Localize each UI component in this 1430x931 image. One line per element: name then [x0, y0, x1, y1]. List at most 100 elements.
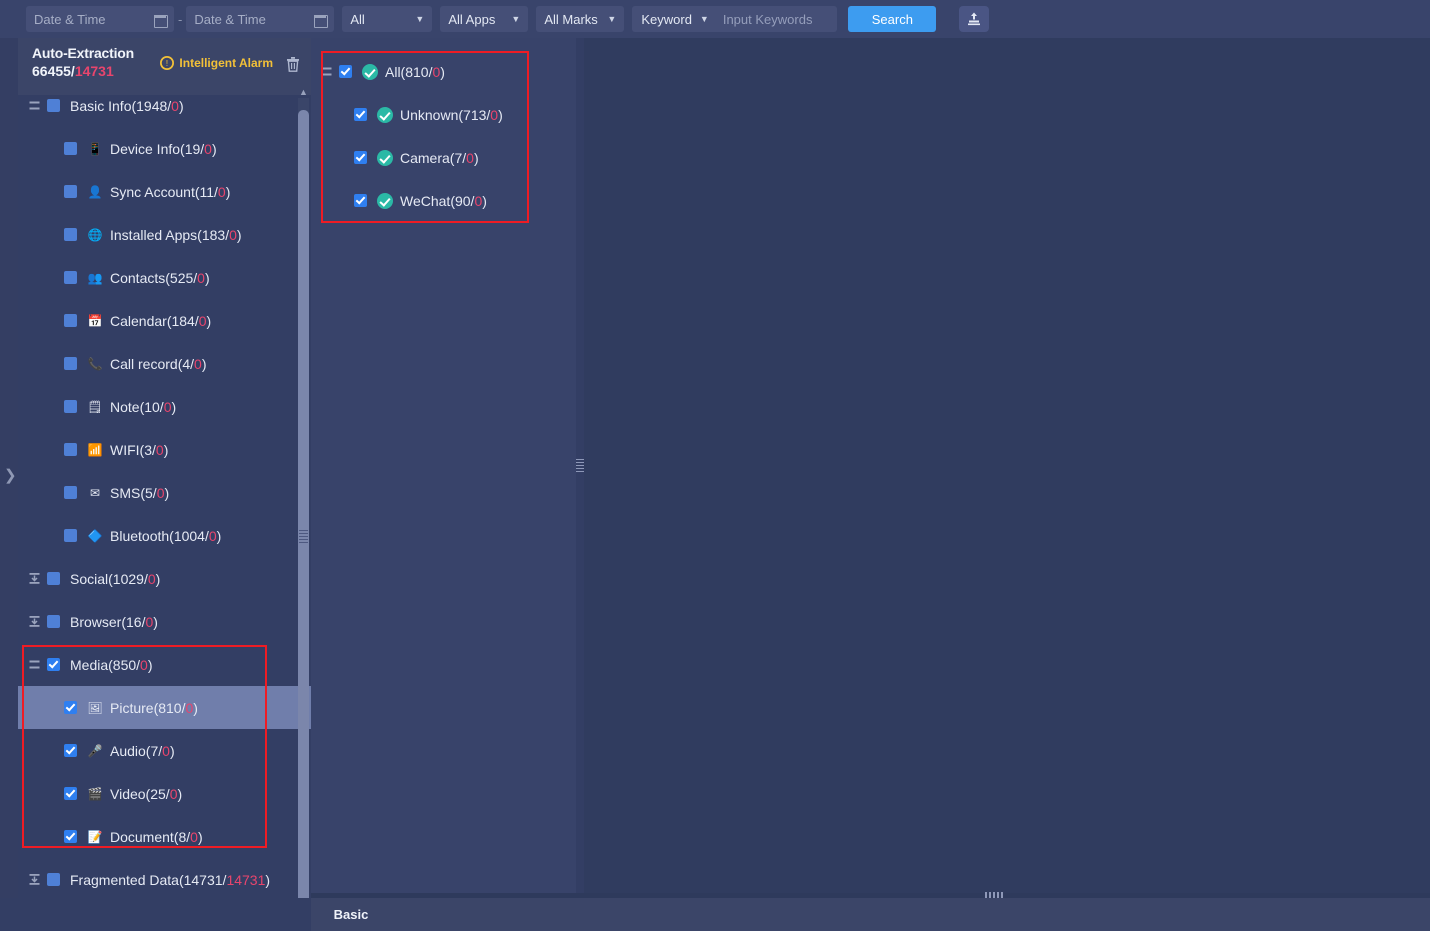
date-from-field[interactable]: Date & Time [26, 6, 174, 32]
tree-item-checkbox[interactable] [47, 615, 60, 628]
collapse-icon[interactable] [320, 65, 333, 78]
expand-icon[interactable] [28, 572, 41, 585]
vertical-splitter-grip[interactable] [576, 459, 584, 475]
tree-item-checkbox[interactable] [64, 701, 77, 714]
tab-basic[interactable]: Basic [322, 898, 380, 931]
intelligent-alarm-button[interactable]: ! Intelligent Alarm [160, 56, 273, 70]
apps-filter-value: All Apps [448, 11, 496, 27]
tree-item[interactable]: Social(1029/0) [18, 557, 311, 600]
calendar-icon[interactable] [314, 13, 329, 28]
tree-item[interactable]: 🗒 Note(10/0) [18, 385, 311, 428]
tree-item[interactable]: 📶 WIFI(3/0) [18, 428, 311, 471]
tree-item-checkbox[interactable] [64, 443, 77, 456]
scroll-up-button[interactable]: ▲ [298, 86, 309, 98]
filter-item-checkbox[interactable] [339, 65, 352, 78]
sidebar-scrollbar-thumb[interactable] [298, 110, 309, 931]
tree-item[interactable]: 🌐 Installed Apps(183/0) [18, 213, 311, 256]
tree-item[interactable]: 📝 Document(8/0) [18, 815, 311, 858]
tree-item-checkbox[interactable] [64, 357, 77, 370]
tree-item[interactable]: ✉ SMS(5/0) [18, 471, 311, 514]
search-button[interactable]: Search [848, 6, 937, 32]
tree-item-checkbox[interactable] [64, 529, 77, 542]
filter-item-checkbox[interactable] [354, 151, 367, 164]
filter-item-name: Camera(7/ [400, 149, 467, 166]
expand-icon[interactable] [28, 572, 41, 585]
tree-item-checkbox[interactable] [64, 142, 77, 155]
tree-item-suffix: ) [169, 742, 175, 759]
chevron-right-icon[interactable]: ❯ [4, 468, 17, 483]
filter-item[interactable]: Unknown(713/0) [311, 93, 580, 136]
tree-item[interactable]: Fragmented Data(14731/14731) [18, 858, 311, 901]
filter-item[interactable]: Camera(7/0) [311, 136, 580, 179]
tree-item-checkbox[interactable] [64, 314, 77, 327]
expand-icon[interactable] [28, 615, 41, 628]
tree-item[interactable]: 👥 Contacts(525/0) [18, 256, 311, 299]
tree-item-checkbox[interactable] [47, 658, 60, 671]
collapse-icon[interactable] [28, 658, 41, 671]
tree-item-checkbox[interactable] [47, 99, 60, 112]
tree-item-checkbox[interactable] [64, 744, 77, 757]
tree-item[interactable]: 🎤 Audio(7/0) [18, 729, 311, 772]
calendar-icon[interactable] [154, 13, 168, 28]
tree-item[interactable]: 🔷 Bluetooth(1004/0) [18, 514, 311, 557]
tree-item-suffix: ) [265, 871, 271, 888]
tree-item-icon: 🎬 [87, 786, 103, 801]
tree-item[interactable]: 🖼 Picture(810/0) [18, 686, 311, 729]
horizontal-splitter-grip[interactable] [985, 892, 1005, 898]
tree-item-suffix: ) [153, 613, 158, 630]
filter-item-label: All(810/0) [385, 64, 445, 80]
collapse-icon[interactable] [320, 65, 333, 78]
tree-item-suffix: ) [206, 312, 212, 329]
tree-item[interactable]: Media(850/0) [18, 643, 311, 686]
sidebar-scrollbar-grip[interactable] [299, 530, 308, 546]
tree-item-name: Note(10/ [110, 398, 164, 415]
expand-icon[interactable] [28, 873, 41, 886]
export-button[interactable] [959, 6, 990, 32]
tree-item-checkbox[interactable] [47, 572, 60, 585]
tree-item-label: Picture(810/0) [110, 700, 198, 716]
delete-button[interactable] [285, 56, 301, 73]
tree-item-alarm-count: 0 [208, 527, 217, 544]
tree-item-label: Video(25/0) [110, 786, 182, 802]
marks-filter-dropdown[interactable]: All Marks ▼ [536, 6, 625, 32]
apps-filter-dropdown[interactable]: All Apps ▼ [440, 6, 529, 32]
keyword-mode-dropdown[interactable]: Keyword ▼ [632, 12, 715, 27]
tree-item[interactable]: 📞 Call record(4/0) [18, 342, 311, 385]
category-tree-items: Basic Info(1948/0) 📱 Device Info(19/0) 👤 Syn… [18, 95, 311, 931]
tree-item-label: Document(8/0) [110, 829, 203, 845]
collapse-icon[interactable] [28, 99, 41, 112]
sidebar-collapse-strip[interactable]: ❯ [0, 38, 18, 931]
tree-item-checkbox[interactable] [47, 873, 60, 886]
filter-item-checkbox[interactable] [354, 108, 367, 121]
tree-item-icon: 📞 [87, 356, 103, 371]
expand-icon[interactable] [28, 615, 41, 628]
filter-item-checkbox[interactable] [354, 194, 367, 207]
filter-item[interactable]: WeChat(90/0) [311, 179, 580, 222]
tree-item-checkbox[interactable] [64, 400, 77, 413]
tree-item[interactable]: 👤 Sync Account(11/0) [18, 170, 311, 213]
type-filter-dropdown[interactable]: All ▼ [342, 6, 433, 32]
check-circle-icon [377, 106, 393, 123]
filter-item[interactable]: All(810/0) [311, 50, 580, 93]
tree-item[interactable]: 📱 Device Info(19/0) [18, 127, 311, 170]
tree-item-alarm-count: 0 [204, 140, 212, 157]
tree-item-checkbox[interactable] [64, 185, 77, 198]
tree-item-alarm-count: 0 [198, 312, 207, 329]
tree-item-checkbox[interactable] [64, 271, 77, 284]
collapse-icon[interactable] [28, 658, 41, 671]
tree-item-checkbox[interactable] [64, 228, 77, 241]
tree-item-checkbox[interactable] [64, 486, 77, 499]
collapse-icon[interactable] [28, 99, 41, 112]
tree-item[interactable]: Browser(16/0) [18, 600, 311, 643]
tree-item-suffix: ) [204, 269, 210, 286]
tree-item-checkbox[interactable] [64, 787, 77, 800]
tree-item-name: Media(850/ [70, 656, 141, 673]
tree-item-alarm-count: 14731 [226, 871, 266, 888]
tree-item[interactable]: 🎬 Video(25/0) [18, 772, 311, 815]
tree-item-alarm-count: 0 [197, 269, 205, 286]
date-to-field[interactable]: Date & Time [186, 6, 335, 32]
tree-item[interactable]: 📅 Calendar(184/0) [18, 299, 311, 342]
tree-item[interactable]: Basic Info(1948/0) [18, 95, 311, 127]
tree-item-checkbox[interactable] [64, 830, 77, 843]
expand-icon[interactable] [28, 873, 41, 886]
